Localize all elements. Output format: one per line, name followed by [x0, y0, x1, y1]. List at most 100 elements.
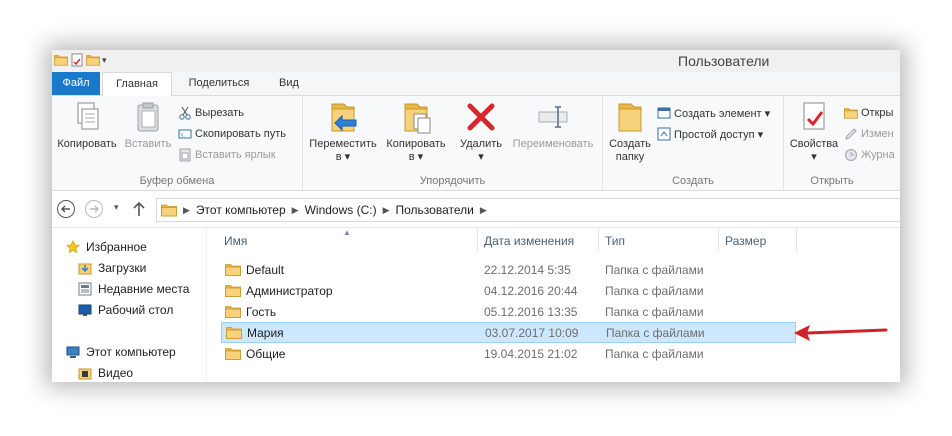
copy-button[interactable]: Копировать	[54, 100, 120, 151]
open-group-label: Открыть	[810, 175, 854, 187]
easy-access-button[interactable]: Простой доступ ▾	[657, 127, 763, 141]
nav-this-pc[interactable]: Этот компьютер	[66, 345, 176, 359]
file-type: Папка с файлами	[605, 284, 704, 298]
open-label: Откры	[861, 107, 894, 119]
window-title: Пользователи	[678, 53, 770, 69]
edit-icon	[845, 128, 857, 140]
tab-home[interactable]: Главная	[102, 72, 172, 97]
tab-file[interactable]: Файл	[52, 72, 100, 95]
list-item-selected[interactable]: Мария 03.07.2017 10:09 Папка с файлами	[221, 322, 796, 343]
properties-button[interactable]: Свойства ▾	[788, 100, 840, 164]
new-item-button[interactable]: Создать элемент ▾	[657, 106, 770, 120]
file-name: Мария	[247, 326, 284, 340]
list-item[interactable]: Общие 19.04.2015 21:02 Папка с файлами	[221, 344, 796, 364]
file-type: Папка с файлами	[605, 305, 704, 319]
copy-label: Копировать	[57, 138, 117, 150]
properties-icon[interactable]	[70, 53, 84, 67]
file-type: Папка с файлами	[606, 326, 705, 340]
folder-icon	[225, 305, 241, 318]
recent-locations-icon[interactable]: ▾	[114, 202, 119, 213]
nav-video[interactable]: Видео	[78, 366, 133, 380]
move-to-icon	[326, 100, 357, 134]
list-item[interactable]: Гость 05.12.2016 13:35 Папка с файлами	[221, 302, 796, 322]
column-header-date[interactable]: Дата изменения	[484, 234, 574, 248]
desktop-icon	[78, 304, 92, 316]
delete-button[interactable]: Удалить ▾	[457, 100, 505, 164]
file-date: 04.12.2016 20:44	[484, 284, 578, 298]
folder-icon	[54, 53, 68, 67]
quick-access-toolbar: ▾	[54, 53, 107, 67]
new-item-icon	[657, 107, 671, 119]
column-header-name[interactable]: Имя	[224, 234, 247, 248]
rename-button[interactable]: Переименовать	[507, 100, 599, 151]
delete-arrow: ▾	[478, 151, 484, 163]
copy-path-button[interactable]: \\.. Скопировать путь	[178, 127, 286, 141]
properties-icon	[803, 102, 825, 130]
address-bar-row: ▾ ▶ Этот компьютер ▶ Windows (C:) ▶ Пользо…	[52, 191, 900, 228]
breadcrumb-drive-c[interactable]: Windows (C:) ▶	[305, 203, 390, 217]
ribbon: Копировать Вставить Вырезать \\.. Скопир…	[52, 96, 900, 191]
column-header-size[interactable]: Размер	[725, 234, 766, 248]
copy-to-label-2: в ▾	[408, 151, 424, 163]
rename-icon	[538, 106, 568, 128]
address-path[interactable]: ▶ Этот компьютер ▶ Windows (C:) ▶ Пользова…	[156, 198, 900, 222]
rename-label: Переименовать	[512, 138, 594, 150]
list-item[interactable]: Default 22.12.2014 5:35 Папка с файлами	[221, 260, 796, 280]
forward-icon[interactable]	[84, 199, 104, 219]
cut-label: Вырезать	[195, 107, 244, 119]
tab-share[interactable]: Поделиться	[176, 72, 262, 95]
copy-to-icon	[399, 100, 431, 134]
navigation-pane: Избранное Загрузки Недавние места Рабочи…	[52, 228, 207, 382]
nav-recent-places[interactable]: Недавние места	[78, 282, 189, 296]
title-bar: ▾ Пользователи	[52, 50, 900, 72]
history-button[interactable]: Журна	[844, 148, 895, 162]
paste-shortcut-button[interactable]: Вставить ярлык	[178, 148, 276, 162]
breadcrumb-users[interactable]: Пользователи ▶	[396, 203, 487, 217]
sort-ascending-icon: ▲	[343, 228, 351, 237]
breadcrumb-users-label: Пользователи	[395, 203, 474, 217]
tab-view[interactable]: Вид	[266, 72, 312, 95]
new-folder-icon[interactable]	[86, 53, 100, 67]
nav-favorites-label: Избранное	[86, 240, 147, 254]
breadcrumb-this-pc-label: Этот компьютер	[195, 203, 286, 217]
new-folder-button[interactable]: Создать папку	[605, 100, 655, 164]
paste-shortcut-icon	[179, 148, 191, 162]
edit-label: Измен	[861, 128, 894, 140]
edit-button[interactable]: Измен	[844, 127, 894, 141]
move-to-label-1: Переместить	[309, 138, 377, 150]
customize-qat-icon[interactable]: ▾	[102, 55, 107, 66]
svg-text:\\..: \\..	[181, 133, 187, 139]
list-item[interactable]: Администратор 04.12.2016 20:44 Папка с ф…	[221, 281, 796, 301]
up-arrow-icon[interactable]	[132, 199, 146, 219]
column-divider[interactable]	[477, 228, 478, 252]
chevron-right-icon[interactable]: ▶	[480, 205, 487, 216]
nav-favorites[interactable]: Избранное	[66, 240, 147, 254]
cut-button[interactable]: Вырезать	[178, 106, 244, 120]
column-divider[interactable]	[796, 228, 797, 252]
star-icon	[66, 240, 80, 254]
annotation-arrow-icon	[794, 325, 888, 341]
easy-access-icon	[657, 127, 671, 141]
nav-desktop[interactable]: Рабочий стол	[78, 303, 173, 317]
chevron-right-icon[interactable]: ▶	[183, 205, 190, 216]
breadcrumb-this-pc[interactable]: Этот компьютер ▶	[196, 203, 299, 217]
chevron-right-icon[interactable]: ▶	[292, 205, 299, 216]
nav-video-label: Видео	[98, 366, 134, 380]
copy-to-button[interactable]: Копировать в ▾	[381, 100, 451, 164]
folder-icon	[225, 347, 241, 360]
file-name: Гость	[246, 305, 277, 319]
nav-downloads[interactable]: Загрузки	[78, 261, 146, 275]
delete-label: Удалить	[460, 138, 502, 150]
paste-button[interactable]: Вставить	[122, 100, 174, 151]
open-button[interactable]: Откры	[844, 106, 893, 120]
column-header-type[interactable]: Тип	[605, 234, 625, 248]
column-divider[interactable]	[598, 228, 599, 252]
file-name: Администратор	[246, 284, 333, 298]
chevron-right-icon[interactable]: ▶	[383, 205, 390, 216]
file-list: ▲ Имя Дата изменения Тип Размер Default …	[207, 228, 900, 382]
column-divider[interactable]	[718, 228, 719, 252]
back-icon[interactable]	[56, 199, 76, 219]
move-to-button[interactable]: Переместить в ▾	[307, 100, 379, 164]
new-item-label: Создать элемент ▾	[674, 107, 771, 120]
open-folder-icon	[844, 106, 858, 120]
